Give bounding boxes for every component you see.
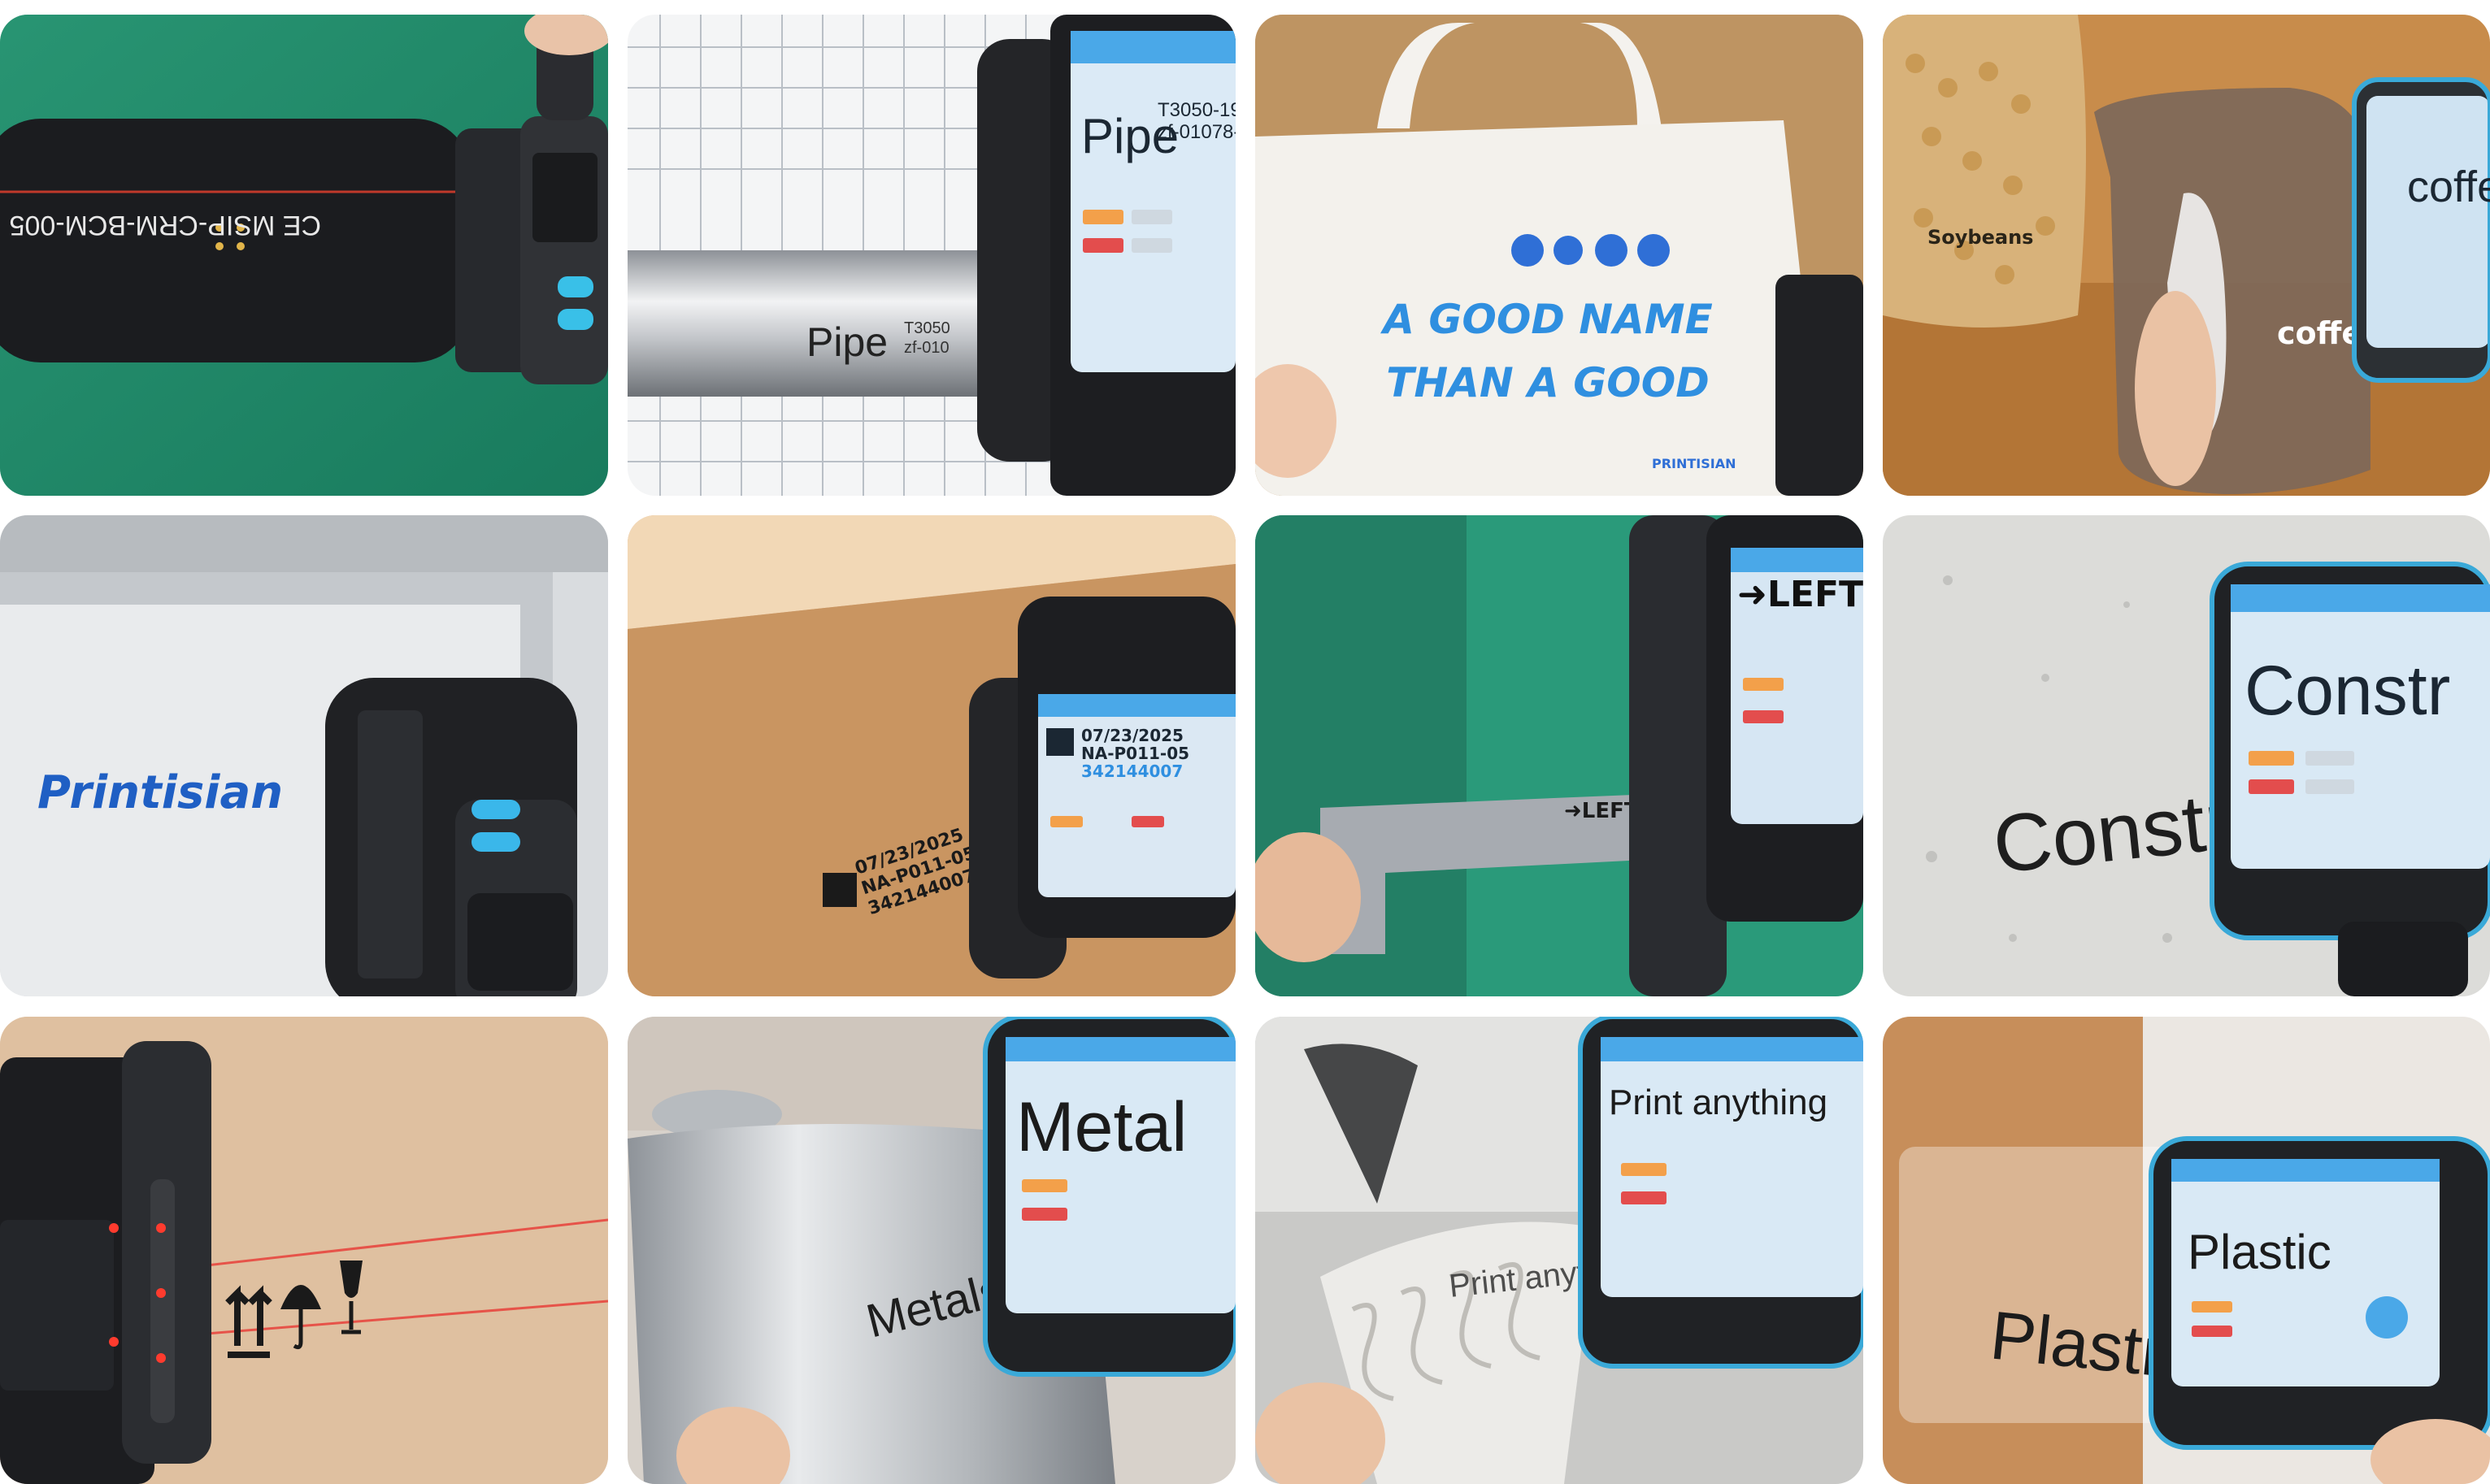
plastic-photo: Plastic Plastic	[1883, 1017, 2490, 1484]
tote-brand: PRINTISIAN	[1652, 456, 1736, 471]
tile-metal-can: Metals Metal	[628, 1017, 1236, 1484]
cardboard-box-photo: 07/23/2025 NA-P011-05 342144007 07/23/20…	[628, 515, 1236, 996]
aluminum-case-photo: Printisian	[0, 515, 608, 996]
ce-marking-text: CE MSIP-CRM-BCM-005	[10, 210, 321, 241]
image-grid: CE MSIP-CRM-BCM-005 Pipe T3050 zf-010 Pi…	[0, 0, 2490, 1484]
case-magnetic-photo: CE MSIP-CRM-BCM-005	[0, 15, 608, 496]
tile-paper-cup: Print anyth Print anything	[1255, 1017, 1863, 1484]
pipe-print-code2: zf-010	[904, 339, 950, 357]
tile-construction-wall: Construct Constr	[1883, 515, 2490, 996]
construction-wall-photo: Construct Constr	[1883, 515, 2490, 996]
box-screen-num: 342144007	[1081, 762, 1183, 781]
box-screen-code: NA-P011-05	[1081, 744, 1189, 763]
tote-bag-photo: A GOOD NAME THAN A GOOD PRINTISIAN	[1255, 15, 1863, 496]
tile-aluminum-case: Printisian	[0, 515, 608, 996]
tile-cardboard-box: 07/23/2025 NA-P011-05 342144007 07/23/20…	[628, 515, 1236, 996]
box-screen-date: 07/23/2025	[1081, 726, 1184, 745]
tile-wood-symbols	[0, 1017, 608, 1484]
tote-line1: A GOOD NAME	[1380, 296, 1713, 343]
can-screen: Metal	[1016, 1088, 1187, 1166]
pipe-print-big: Pipe	[806, 319, 888, 365]
bracket-left-photo: ➜LEFT ➜LEFT	[1255, 515, 1863, 996]
wall-screen: Constr	[2244, 652, 2450, 730]
bracket-print: ➜LEFT	[1564, 799, 1639, 823]
tile-plastic: Plastic Plastic	[1883, 1017, 2490, 1484]
pipe-screen-code2: zf-01078-gz	[1158, 121, 1236, 143]
bracket-screen: ➜LEFT	[1737, 574, 1863, 615]
pipe-screen-code1: T3050-1998	[1158, 99, 1236, 121]
tile-pipe: Pipe T3050 zf-010 Pipe T3050-1998 zf-010…	[628, 15, 1236, 496]
tile-tote-bag: A GOOD NAME THAN A GOOD PRINTISIAN	[1255, 15, 1863, 496]
wood-symbols-photo	[0, 1017, 608, 1484]
coffee-screen-text: coffe	[2407, 163, 2490, 211]
plastic-screen: Plastic	[2188, 1225, 2331, 1279]
metal-can-photo: Metals Metal	[628, 1017, 1236, 1484]
tile-coffee-jar: Soybeans coffee coffe	[1883, 15, 2490, 496]
tile-bracket-left: ➜LEFT ➜LEFT	[1255, 515, 1863, 996]
tote-line2: THAN A GOOD	[1386, 359, 1710, 406]
paper-cup-photo: Print anyth Print anything	[1255, 1017, 1863, 1484]
case-brand-print: Printisian	[37, 766, 283, 819]
soy-label: Soybeans	[1927, 226, 2033, 249]
coffee-jar-photo: Soybeans coffee coffe	[1883, 15, 2490, 496]
pipe-photo: Pipe T3050 zf-010 Pipe T3050-1998 zf-010…	[628, 15, 1236, 496]
cup-screen: Print anything	[1609, 1083, 1827, 1122]
pipe-print-code1: T3050	[904, 319, 950, 337]
tile-case-magnetic: CE MSIP-CRM-BCM-005	[0, 15, 608, 496]
